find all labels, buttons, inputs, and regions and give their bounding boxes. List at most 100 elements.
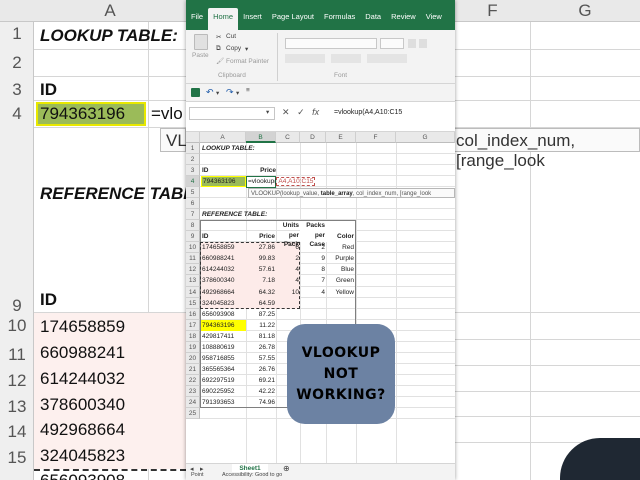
accessibility-status[interactable]: Accessibility: Good to go	[222, 472, 282, 478]
row-header[interactable]: 1	[186, 143, 200, 155]
cell-b4-formula[interactable]: =vlookup(A4,A10:C15	[248, 177, 316, 187]
font-name-select[interactable]	[285, 38, 377, 49]
name-box[interactable]	[189, 107, 275, 120]
bg-ref-id: 614244032	[40, 369, 126, 388]
row-header[interactable]: 21	[186, 363, 200, 375]
row-header[interactable]: 24	[186, 396, 200, 408]
row-header[interactable]: 16	[186, 308, 200, 320]
tab-review[interactable]: Review	[386, 8, 421, 30]
save-icon[interactable]	[191, 88, 200, 97]
bg-ref-id: 378600340	[40, 395, 126, 414]
redo-icon[interactable]: ↷	[226, 87, 234, 98]
col-header-e[interactable]: E	[326, 132, 356, 143]
row-header[interactable]: 7	[186, 209, 200, 221]
row-header[interactable]: 19	[186, 341, 200, 353]
row-header[interactable]: 25	[186, 407, 200, 419]
tab-file[interactable]: File	[186, 8, 208, 30]
row-header[interactable]: 10	[186, 242, 200, 254]
row-header[interactable]: 3	[186, 165, 200, 177]
lookup-id-value[interactable]: 794363196	[203, 177, 246, 187]
cut-button[interactable]: Cut	[226, 33, 236, 40]
row-header[interactable]: 22	[186, 374, 200, 386]
brush-icon[interactable]: 🖌	[216, 57, 224, 65]
bg-row-3: 3	[12, 80, 22, 99]
tab-insert[interactable]: Insert	[238, 8, 267, 30]
ribbon-home: Paste ✂ Cut ⧉ Copy ▾ 🖌 Format Painter Cl…	[186, 30, 455, 84]
cancel-icon[interactable]: ✕	[282, 107, 290, 117]
row-header[interactable]: 20	[186, 352, 200, 364]
col-header-g[interactable]: G	[396, 132, 455, 143]
row-header[interactable]: 11	[186, 253, 200, 265]
fill-color-button[interactable]	[367, 54, 407, 63]
row-header[interactable]: 18	[186, 330, 200, 342]
chevron-down-icon[interactable]: ▾	[266, 108, 269, 116]
col-header-f[interactable]: F	[356, 132, 396, 143]
row-header[interactable]: 23	[186, 385, 200, 397]
bg-row-10: 10	[7, 316, 27, 335]
row-header[interactable]: 4	[186, 176, 200, 188]
tab-data[interactable]: Data	[360, 8, 386, 30]
price-label[interactable]: Price	[248, 166, 276, 176]
paste-button[interactable]: Paste	[192, 52, 209, 59]
row-header[interactable]: 8	[186, 220, 200, 232]
lookup-title[interactable]: LOOKUP TABLE:	[202, 144, 302, 154]
select-all-corner[interactable]	[186, 132, 200, 143]
bg-tooltip-right: col_index_num, [range_look	[456, 131, 576, 170]
col-header-a[interactable]: A	[200, 132, 246, 143]
shrink-font-icon[interactable]	[419, 39, 427, 48]
copy-button[interactable]: Copy	[226, 45, 241, 52]
font-style-buttons[interactable]	[285, 54, 325, 63]
bg-col-header-a: A	[34, 0, 186, 22]
reference-title[interactable]: REFERENCE TABLE:	[202, 210, 302, 220]
bg-ref-id: 492968664	[40, 420, 126, 439]
format-painter-button[interactable]: Format Painter	[226, 58, 269, 65]
undo-icon[interactable]: ↶	[206, 87, 214, 98]
row-header[interactable]: 13	[186, 275, 200, 287]
row-header[interactable]: 5	[186, 187, 200, 199]
tab-formulas[interactable]: Formulas	[319, 8, 360, 30]
border-button[interactable]	[331, 54, 361, 63]
formula-bar-icons: ✕ ✓ fx	[282, 107, 319, 118]
chevron-down-icon[interactable]: ▾	[245, 45, 248, 53]
copy-icon[interactable]: ⧉	[216, 45, 221, 53]
tab-page-layout[interactable]: Page Layout	[267, 8, 319, 30]
bg-row-15: 15	[7, 448, 27, 467]
bg-id-label: ID	[40, 80, 57, 99]
bg-row-2: 2	[12, 53, 22, 72]
formula-input[interactable]: =vlookup(A4,A10:C15	[334, 109, 402, 116]
row-header[interactable]: 15	[186, 297, 200, 309]
row-header[interactable]: 17	[186, 319, 200, 331]
bg-row-11: 11	[8, 345, 26, 364]
id-label[interactable]: ID	[202, 166, 242, 176]
paste-icon[interactable]	[194, 34, 208, 50]
fx-icon[interactable]: fx	[312, 107, 319, 117]
enter-icon[interactable]: ✓	[297, 107, 305, 117]
col-header-c[interactable]: C	[276, 132, 300, 143]
bg-row-9: 9	[12, 296, 22, 315]
bg-ref-id: 656093908	[40, 471, 125, 480]
cut-icon[interactable]: ✂	[216, 33, 221, 41]
col-header-d[interactable]: D	[300, 132, 326, 143]
redo-dropdown-icon[interactable]: ▾	[236, 89, 239, 97]
row-header[interactable]: 2	[186, 154, 200, 166]
bg-tooltip-left: VL	[166, 131, 187, 150]
tab-home[interactable]: Home	[208, 8, 239, 30]
row-header[interactable]: 12	[186, 264, 200, 276]
customize-toolbar-icon[interactable]: ≡	[246, 87, 250, 94]
status-bar: Point Accessibility: Good to go	[186, 472, 455, 480]
bg-row-13: 13	[7, 397, 27, 416]
row-header[interactable]: 9	[186, 231, 200, 243]
bg-row-12: 12	[7, 371, 27, 390]
col-header-b[interactable]: B	[246, 132, 276, 143]
quick-access-toolbar: ↶ ▾ ↷ ▾ ≡	[186, 84, 455, 102]
row-header[interactable]: 14	[186, 286, 200, 298]
tab-view[interactable]: View	[421, 8, 447, 30]
undo-dropdown-icon[interactable]: ▾	[216, 89, 219, 97]
grow-font-icon[interactable]	[408, 39, 416, 48]
font-size-select[interactable]	[380, 38, 404, 49]
ribbon-tabs: File Home Insert Page Layout Formulas Da…	[186, 0, 455, 30]
bg-row-4: 4	[12, 104, 22, 123]
row-header[interactable]: 6	[186, 198, 200, 210]
bg-id-highlight	[36, 102, 146, 126]
function-tooltip[interactable]: VLOOKUP(lookup_value, table_array, col_i…	[248, 188, 455, 199]
